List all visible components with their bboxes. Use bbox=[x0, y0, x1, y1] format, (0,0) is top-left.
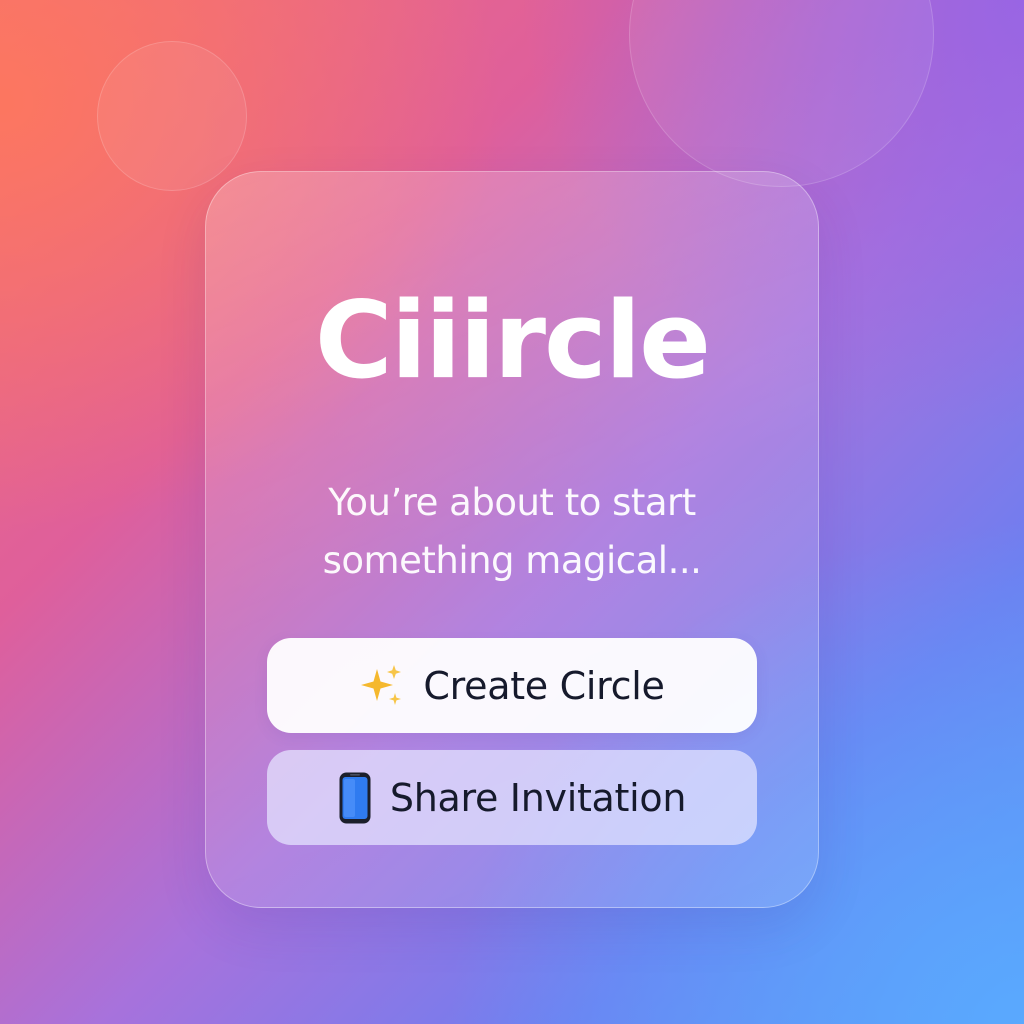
mobile-phone-icon bbox=[338, 771, 372, 825]
tagline: You’re about to start something magical.… bbox=[236, 474, 788, 590]
create-circle-button[interactable]: Create Circle bbox=[267, 638, 757, 733]
sparkles-icon bbox=[359, 663, 405, 709]
decorative-bubble-large bbox=[629, 0, 934, 187]
create-circle-label: Create Circle bbox=[423, 663, 665, 708]
app-title: Ciiircle bbox=[314, 279, 711, 402]
tagline-line-1: You’re about to start bbox=[328, 481, 696, 524]
tagline-line-2: something magical... bbox=[322, 539, 702, 582]
decorative-bubble-small bbox=[97, 41, 247, 191]
welcome-card: Ciiircle You’re about to start something… bbox=[205, 171, 819, 908]
share-invitation-button[interactable]: Share Invitation bbox=[267, 750, 757, 845]
share-invitation-label: Share Invitation bbox=[389, 775, 687, 820]
